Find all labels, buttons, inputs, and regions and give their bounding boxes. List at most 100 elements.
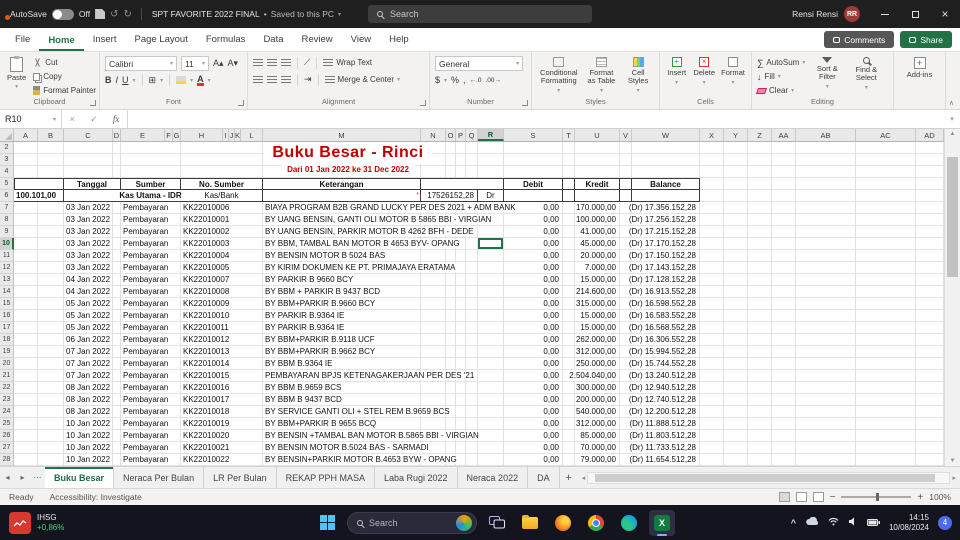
cell[interactable] bbox=[563, 274, 575, 286]
cell[interactable] bbox=[916, 430, 944, 442]
insert-cells-button[interactable]: + Insert ▾ bbox=[665, 56, 688, 88]
cell-balance[interactable]: (Dr) 17.215.152,28 bbox=[627, 226, 700, 238]
cell-sumber[interactable]: Pembayaran bbox=[121, 454, 181, 466]
decrease-font-icon[interactable]: A▾ bbox=[228, 58, 239, 69]
cell[interactable] bbox=[38, 334, 64, 346]
cell-debit[interactable]: 0,00 bbox=[504, 334, 563, 346]
cell[interactable] bbox=[724, 226, 748, 238]
vertical-scrollbar[interactable]: ▲ ▼ bbox=[944, 129, 960, 466]
cell[interactable] bbox=[563, 250, 575, 262]
cell[interactable] bbox=[796, 382, 856, 394]
cell[interactable] bbox=[181, 154, 263, 166]
cell[interactable] bbox=[916, 394, 944, 406]
cell[interactable] bbox=[724, 334, 748, 346]
cell-kredit[interactable]: 41.000,00 bbox=[575, 226, 620, 238]
cell[interactable] bbox=[113, 202, 121, 214]
vertical-scroll-thumb[interactable] bbox=[947, 157, 958, 277]
cell[interactable] bbox=[856, 334, 916, 346]
row-header-15[interactable]: 15 bbox=[0, 298, 14, 310]
cell-no-sumber[interactable]: KK22010013 bbox=[181, 346, 263, 358]
cell[interactable] bbox=[38, 346, 64, 358]
cell[interactable] bbox=[620, 142, 632, 154]
cell-debit[interactable]: 0,00 bbox=[504, 274, 563, 286]
sheet-tab-neraca-2022[interactable]: Neraca 2022 bbox=[458, 467, 529, 488]
cell[interactable] bbox=[113, 322, 121, 334]
cell-sumber[interactable]: Pembayaran bbox=[121, 358, 181, 370]
cell-balance[interactable]: (Dr) 17.256.152,28 bbox=[627, 214, 700, 226]
cell[interactable] bbox=[748, 310, 772, 322]
cell[interactable] bbox=[478, 382, 504, 394]
cell-balance[interactable]: (Dr) 13.240.512,28 bbox=[627, 370, 700, 382]
cell[interactable] bbox=[700, 202, 724, 214]
cell-balance[interactable]: (Dr) 11.654.512,28 bbox=[628, 454, 700, 466]
sheet-tab-rekap-pph-masa[interactable]: REKAP PPH MASA bbox=[277, 467, 375, 488]
cell[interactable] bbox=[724, 190, 748, 202]
cell[interactable] bbox=[916, 382, 944, 394]
cell[interactable] bbox=[478, 142, 504, 154]
ribbon-tab-page-layout[interactable]: Page Layout bbox=[125, 29, 196, 51]
cell[interactable] bbox=[748, 418, 772, 430]
cell-no-sumber[interactable]: KK22010011 bbox=[181, 322, 263, 334]
cell[interactable] bbox=[38, 238, 64, 250]
cell-sumber[interactable]: Pembayaran bbox=[121, 214, 181, 226]
collapse-ribbon-button[interactable]: ∧ bbox=[949, 99, 954, 107]
cell[interactable] bbox=[563, 394, 575, 406]
column-header-U[interactable]: U bbox=[575, 129, 620, 141]
cell[interactable] bbox=[446, 322, 456, 334]
scroll-left-icon[interactable]: ◂ bbox=[582, 474, 586, 482]
cell-keterangan[interactable]: BY BENSIN+PARKIR MOTOR B.4653 BYW - OPAN… bbox=[263, 454, 459, 466]
delete-cells-button[interactable]: × Delete ▾ bbox=[691, 56, 717, 88]
cell[interactable] bbox=[421, 358, 446, 370]
cell[interactable] bbox=[575, 142, 620, 154]
clipboard-dialog-launcher[interactable] bbox=[90, 100, 96, 106]
cell-keterangan[interactable]: BY BBM B 9437 BCD bbox=[263, 394, 421, 406]
cell[interactable] bbox=[121, 166, 181, 178]
cell[interactable] bbox=[14, 154, 38, 166]
cell[interactable] bbox=[748, 430, 772, 442]
cell[interactable] bbox=[796, 202, 856, 214]
cell[interactable] bbox=[14, 142, 38, 154]
cell-tanggal[interactable]: 10 Jan 2022 bbox=[64, 442, 113, 454]
cell[interactable] bbox=[446, 442, 456, 454]
cell[interactable] bbox=[563, 334, 575, 346]
row-header-23[interactable]: 23 bbox=[0, 394, 14, 406]
cell[interactable] bbox=[263, 154, 421, 166]
cell[interactable] bbox=[38, 298, 64, 310]
cell-keterangan[interactable]: BY BENSIN MOTOR B.5024 BAS - SARMADI bbox=[263, 442, 431, 454]
column-header-AB[interactable]: AB bbox=[796, 129, 856, 141]
cell[interactable] bbox=[14, 334, 38, 346]
cell[interactable] bbox=[856, 394, 916, 406]
cell[interactable] bbox=[724, 250, 748, 262]
cell[interactable] bbox=[856, 406, 916, 418]
cell[interactable] bbox=[748, 274, 772, 286]
cell[interactable] bbox=[632, 166, 700, 178]
cell-sumber[interactable]: Pembayaran bbox=[121, 310, 181, 322]
cell[interactable] bbox=[772, 394, 796, 406]
close-button[interactable]: × bbox=[930, 0, 960, 28]
cell[interactable] bbox=[113, 334, 121, 346]
volume-icon[interactable] bbox=[848, 517, 858, 528]
ribbon-tab-insert[interactable]: Insert bbox=[84, 29, 126, 51]
row-header-5[interactable]: 5 bbox=[0, 178, 14, 190]
cell[interactable] bbox=[772, 250, 796, 262]
cell[interactable] bbox=[575, 166, 620, 178]
cell-debit[interactable]: 0,00 bbox=[504, 322, 563, 334]
underline-button[interactable]: U bbox=[122, 75, 129, 85]
edge-icon[interactable] bbox=[616, 510, 642, 536]
cell[interactable] bbox=[700, 310, 724, 322]
cell[interactable] bbox=[466, 286, 478, 298]
cell[interactable] bbox=[796, 250, 856, 262]
cell[interactable] bbox=[772, 334, 796, 346]
cell[interactable] bbox=[466, 406, 478, 418]
cell-debit[interactable]: 0,00 bbox=[504, 310, 563, 322]
cell-tanggal[interactable]: 10 Jan 2022 bbox=[64, 454, 113, 466]
cell[interactable] bbox=[916, 142, 944, 154]
cell[interactable] bbox=[796, 274, 856, 286]
cell-balance[interactable]: (Dr) 17.150.152,28 bbox=[627, 250, 700, 262]
cell[interactable] bbox=[916, 274, 944, 286]
cell-keterangan[interactable]: BY SERVICE GANTI OLI + STEL REM B.9659 B… bbox=[263, 406, 452, 418]
cell[interactable] bbox=[113, 394, 121, 406]
cell[interactable] bbox=[700, 430, 724, 442]
cell[interactable] bbox=[916, 214, 944, 226]
cell-debit[interactable]: 0,00 bbox=[504, 226, 563, 238]
